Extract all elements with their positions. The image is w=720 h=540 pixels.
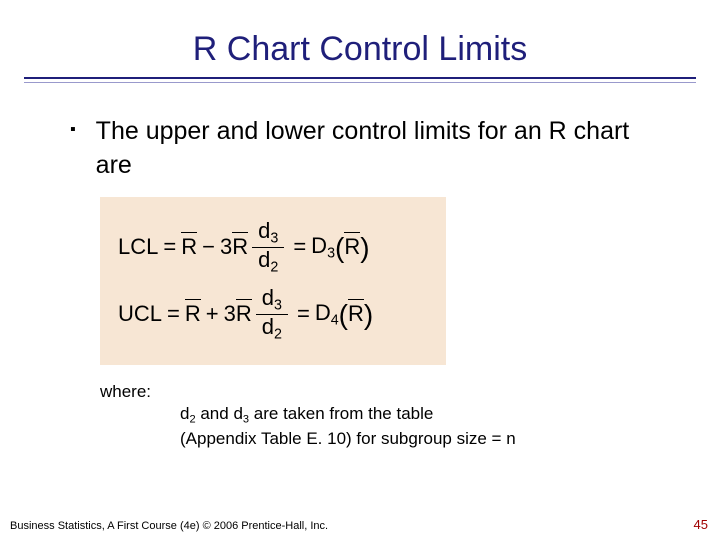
bullet-text: The upper and lower control limits for a…: [96, 115, 650, 183]
footer-text: Business Statistics, A First Course (4e)…: [10, 520, 710, 532]
lparen: (: [335, 232, 344, 264]
d3-sub: 3: [270, 230, 278, 246]
d2: d: [262, 314, 274, 339]
d2-sub: 2: [270, 259, 278, 275]
where-line-1: d2 and d3 are taken from the table: [180, 403, 720, 427]
minus: −: [202, 234, 215, 260]
page-number: 45: [694, 517, 708, 532]
ucl-label: UCL: [118, 301, 162, 327]
bullet-item: ▪ The upper and lower control limits for…: [70, 115, 650, 183]
eq: =: [297, 301, 310, 327]
three: 3: [224, 301, 236, 327]
rbar: R: [232, 234, 248, 260]
eq: =: [167, 301, 180, 327]
ucl-formula: UCL = R + 3 R d3 d2 = D4 ( R ): [118, 286, 428, 343]
d3-over-d2: d3 d2: [252, 219, 284, 276]
where-line-2: (Appendix Table E. 10) for subgroup size…: [180, 428, 720, 451]
rbar: R: [181, 234, 197, 260]
d2: d: [258, 247, 270, 272]
d3-over-d2: d3 d2: [256, 286, 288, 343]
rbar: R: [236, 301, 252, 327]
d3: d: [258, 218, 270, 243]
where-block: where: d2 and d3 are taken from the tabl…: [100, 381, 720, 451]
d2-sub: 2: [274, 326, 282, 342]
D4: D4: [315, 300, 339, 328]
rbar: R: [185, 301, 201, 327]
lcl-formula: LCL = R − 3 R d3 d2 = D3 ( R ): [118, 219, 428, 276]
page-title: R Chart Control Limits: [0, 30, 720, 69]
rbar: R: [344, 234, 360, 260]
eq: =: [163, 234, 176, 260]
plus: +: [206, 301, 219, 327]
where-label: where:: [100, 381, 720, 404]
rparen: ): [364, 299, 373, 331]
d3-sub: 3: [274, 297, 282, 313]
lparen: (: [339, 299, 348, 331]
eq: =: [293, 234, 306, 260]
formula-box: LCL = R − 3 R d3 d2 = D3 ( R ) UCL = R +…: [100, 197, 446, 365]
d3: d: [262, 285, 274, 310]
rbar: R: [348, 301, 364, 327]
D3: D3: [311, 233, 335, 261]
bullet-marker: ▪: [70, 121, 76, 139]
three: 3: [220, 234, 232, 260]
lcl-label: LCL: [118, 234, 158, 260]
rparen: ): [360, 232, 369, 264]
title-rule: [24, 77, 696, 83]
